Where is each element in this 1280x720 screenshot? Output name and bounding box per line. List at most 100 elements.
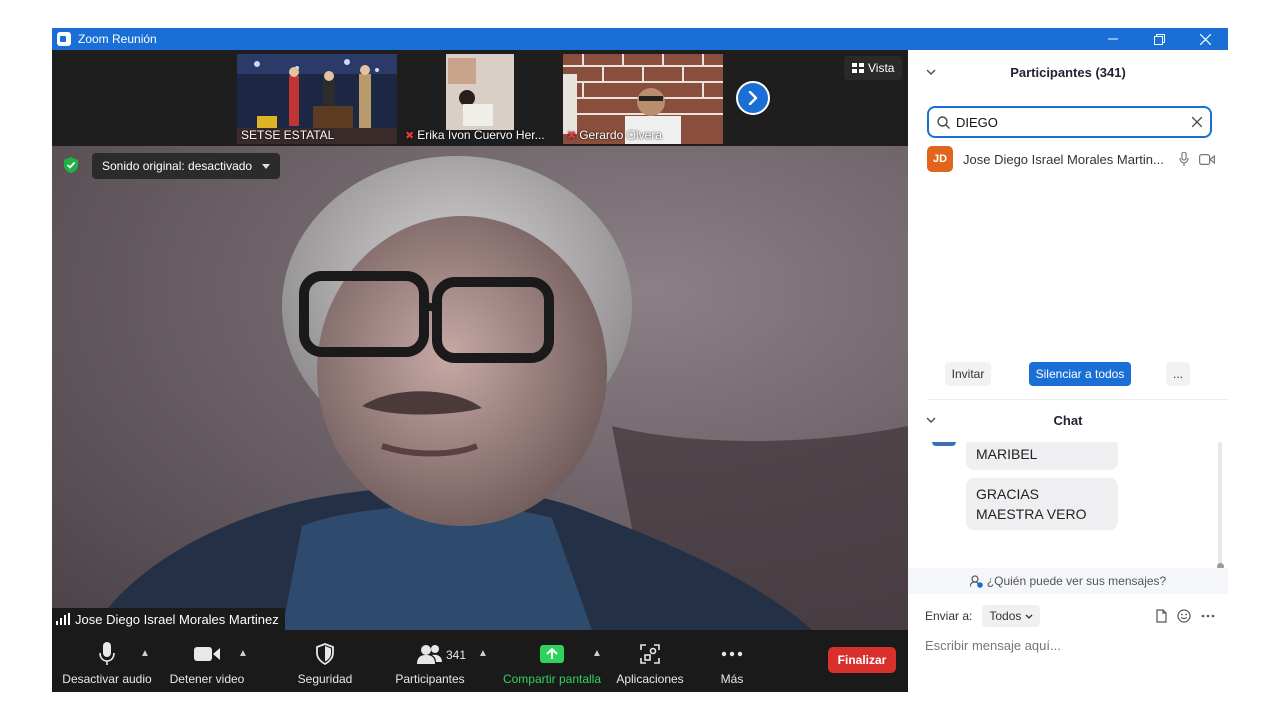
participants-more-button[interactable]: ... xyxy=(1166,362,1190,386)
minimize-button[interactable] xyxy=(1090,28,1136,50)
chat-title: Chat xyxy=(1053,412,1083,428)
participant-name: Jose Diego Israel Morales Martin... xyxy=(963,151,1164,167)
chat-action-icons xyxy=(1156,609,1215,623)
zoom-logo-icon xyxy=(57,32,71,46)
share-screen-label: Compartir pantalla xyxy=(502,672,602,686)
participants-count: 341 xyxy=(446,648,467,662)
audio-options-caret-icon[interactable]: ▲ xyxy=(140,648,150,659)
thumbnail-name: Erika Ivon Cuervo Her... xyxy=(417,128,545,142)
close-icon xyxy=(1199,33,1211,45)
camera-icon xyxy=(194,640,220,668)
participants-icon xyxy=(417,640,443,668)
window-title: Zoom Reunión xyxy=(78,32,157,46)
video-thumbnail[interactable]: ✖ Gerardo Olvera xyxy=(563,54,723,144)
security-shield-icon xyxy=(315,640,335,668)
restore-icon xyxy=(1153,33,1165,45)
stop-video-button[interactable]: Detener video xyxy=(164,630,250,692)
panel-divider xyxy=(927,399,1228,400)
share-screen-icon xyxy=(540,640,564,668)
mute-all-button[interactable]: Silenciar a todos xyxy=(1029,362,1131,386)
recipient-value: Todos xyxy=(989,609,1022,623)
send-to-label: Enviar a: xyxy=(925,609,973,623)
more-button[interactable]: Más xyxy=(712,630,752,692)
send-to-row: Enviar a: Todos xyxy=(925,604,1215,628)
thumbnail-name-row: ✖ Erika Ivon Cuervo Her... xyxy=(405,128,545,142)
chat-message-input[interactable] xyxy=(925,634,1215,656)
close-window-button[interactable] xyxy=(1182,28,1228,50)
next-page-button[interactable] xyxy=(736,81,770,115)
more-dots-icon xyxy=(721,640,743,668)
meeting-toolbar: Desactivar audio ▲ Detener video ▲ Segur… xyxy=(52,630,908,692)
end-meeting-button[interactable]: Finalizar xyxy=(828,647,896,673)
speaker-name: Jose Diego Israel Morales Martinez xyxy=(75,611,279,627)
clear-search-icon[interactable] xyxy=(1192,117,1202,127)
view-label: Vista xyxy=(868,61,895,75)
speaker-name-tag: Jose Diego Israel Morales Martinez xyxy=(52,608,285,630)
thumbnail-name-row: ✖ Gerardo Olvera xyxy=(567,128,662,142)
search-icon xyxy=(937,115,950,129)
video-thumbnail[interactable]: ✖ Erika Ivon Cuervo Her... xyxy=(401,54,561,144)
mute-audio-label: Desactivar audio xyxy=(62,672,152,686)
zoom-meeting-window: Zoom Reunión SETSE ESTATAL ✖ Erika Ivon … xyxy=(52,28,1228,692)
participants-panel-title: Participantes (341) xyxy=(1010,64,1126,80)
encryption-shield-icon[interactable] xyxy=(62,156,80,174)
muted-mic-icon: ✖ xyxy=(567,130,577,142)
chevron-down-icon xyxy=(1025,614,1033,619)
chat-message: GRACIAS MAESTRA VERO xyxy=(966,478,1118,530)
mute-audio-button[interactable]: Desactivar audio xyxy=(60,630,154,692)
file-icon[interactable] xyxy=(1156,609,1167,623)
title-bar: Zoom Reunión xyxy=(52,28,1228,50)
apps-label: Aplicaciones xyxy=(616,672,684,686)
microphone-icon xyxy=(99,640,115,668)
who-can-see-label: ¿Quién puede ver sus mensajes? xyxy=(986,574,1167,588)
thumbnail-name: SETSE ESTATAL xyxy=(241,128,335,142)
person-visibility-icon xyxy=(969,574,983,588)
security-label: Seguridad xyxy=(297,672,353,686)
stop-video-label: Detener video xyxy=(169,672,245,686)
more-options-icon[interactable] xyxy=(1201,614,1215,618)
chevron-down-icon[interactable] xyxy=(926,414,936,426)
apps-icon xyxy=(640,640,660,668)
more-label: Más xyxy=(720,672,744,686)
apps-button[interactable]: Aplicaciones xyxy=(612,630,688,692)
chat-scrollbar[interactable] xyxy=(1218,442,1222,568)
active-speaker-video[interactable]: Sonido original: desactivado Jose Diego … xyxy=(52,146,908,630)
gallery-strip: SETSE ESTATAL ✖Erika Ivon Cuervo Her... xyxy=(52,50,908,146)
share-options-caret-icon[interactable]: ▲ xyxy=(592,648,602,659)
chevron-right-icon xyxy=(748,91,758,105)
speaker-video-image xyxy=(92,156,908,630)
original-sound-label: Sonido original: desactivado xyxy=(102,159,253,173)
participant-search-box[interactable]: DIEGO xyxy=(927,106,1212,138)
thumbnail-name: Gerardo Olvera xyxy=(579,128,662,142)
chat-message: MARIBEL xyxy=(966,442,1118,470)
grid-view-icon xyxy=(852,62,864,73)
zoom-app: Zoom Reunión SETSE ESTATAL ✖ Erika Ivon … xyxy=(0,0,1280,720)
view-button[interactable]: Vista xyxy=(844,56,903,80)
signal-strength-icon xyxy=(56,613,70,625)
minimize-icon xyxy=(1108,38,1118,40)
chat-panel-header: Chat xyxy=(908,405,1228,435)
participants-panel-header: Participantes (341) xyxy=(908,50,1228,94)
restore-button[interactable] xyxy=(1136,28,1182,50)
emoji-icon[interactable] xyxy=(1177,609,1191,623)
invite-button[interactable]: Invitar xyxy=(945,362,991,386)
share-screen-button[interactable]: Compartir pantalla xyxy=(498,630,606,692)
recipient-dropdown[interactable]: Todos xyxy=(982,605,1041,627)
who-can-see-link[interactable]: ¿Quién puede ver sus mensajes? xyxy=(908,568,1228,594)
chat-messages[interactable]: MARIBEL GRACIAS MAESTRA VERO xyxy=(908,442,1228,568)
avatar xyxy=(932,442,956,446)
camera-icon xyxy=(1199,153,1215,165)
participants-label: Participantes xyxy=(395,672,465,686)
chevron-down-icon[interactable] xyxy=(926,66,936,78)
video-options-caret-icon[interactable]: ▲ xyxy=(238,648,248,659)
participants-options-caret-icon[interactable]: ▲ xyxy=(478,648,488,659)
microphone-icon xyxy=(1179,152,1189,166)
participant-list-item[interactable]: JD Jose Diego Israel Morales Martin... xyxy=(927,146,1217,172)
video-thumbnail[interactable]: SETSE ESTATAL xyxy=(237,54,397,144)
side-panel: Participantes (341) DIEGO JD Jose Diego … xyxy=(908,50,1228,692)
security-button[interactable]: Seguridad xyxy=(288,630,362,692)
original-sound-toggle[interactable]: Sonido original: desactivado xyxy=(92,153,281,179)
muted-mic-icon: ✖ xyxy=(405,130,415,142)
video-area: SETSE ESTATAL ✖Erika Ivon Cuervo Her... xyxy=(52,50,908,692)
search-input[interactable]: DIEGO xyxy=(956,115,1186,130)
